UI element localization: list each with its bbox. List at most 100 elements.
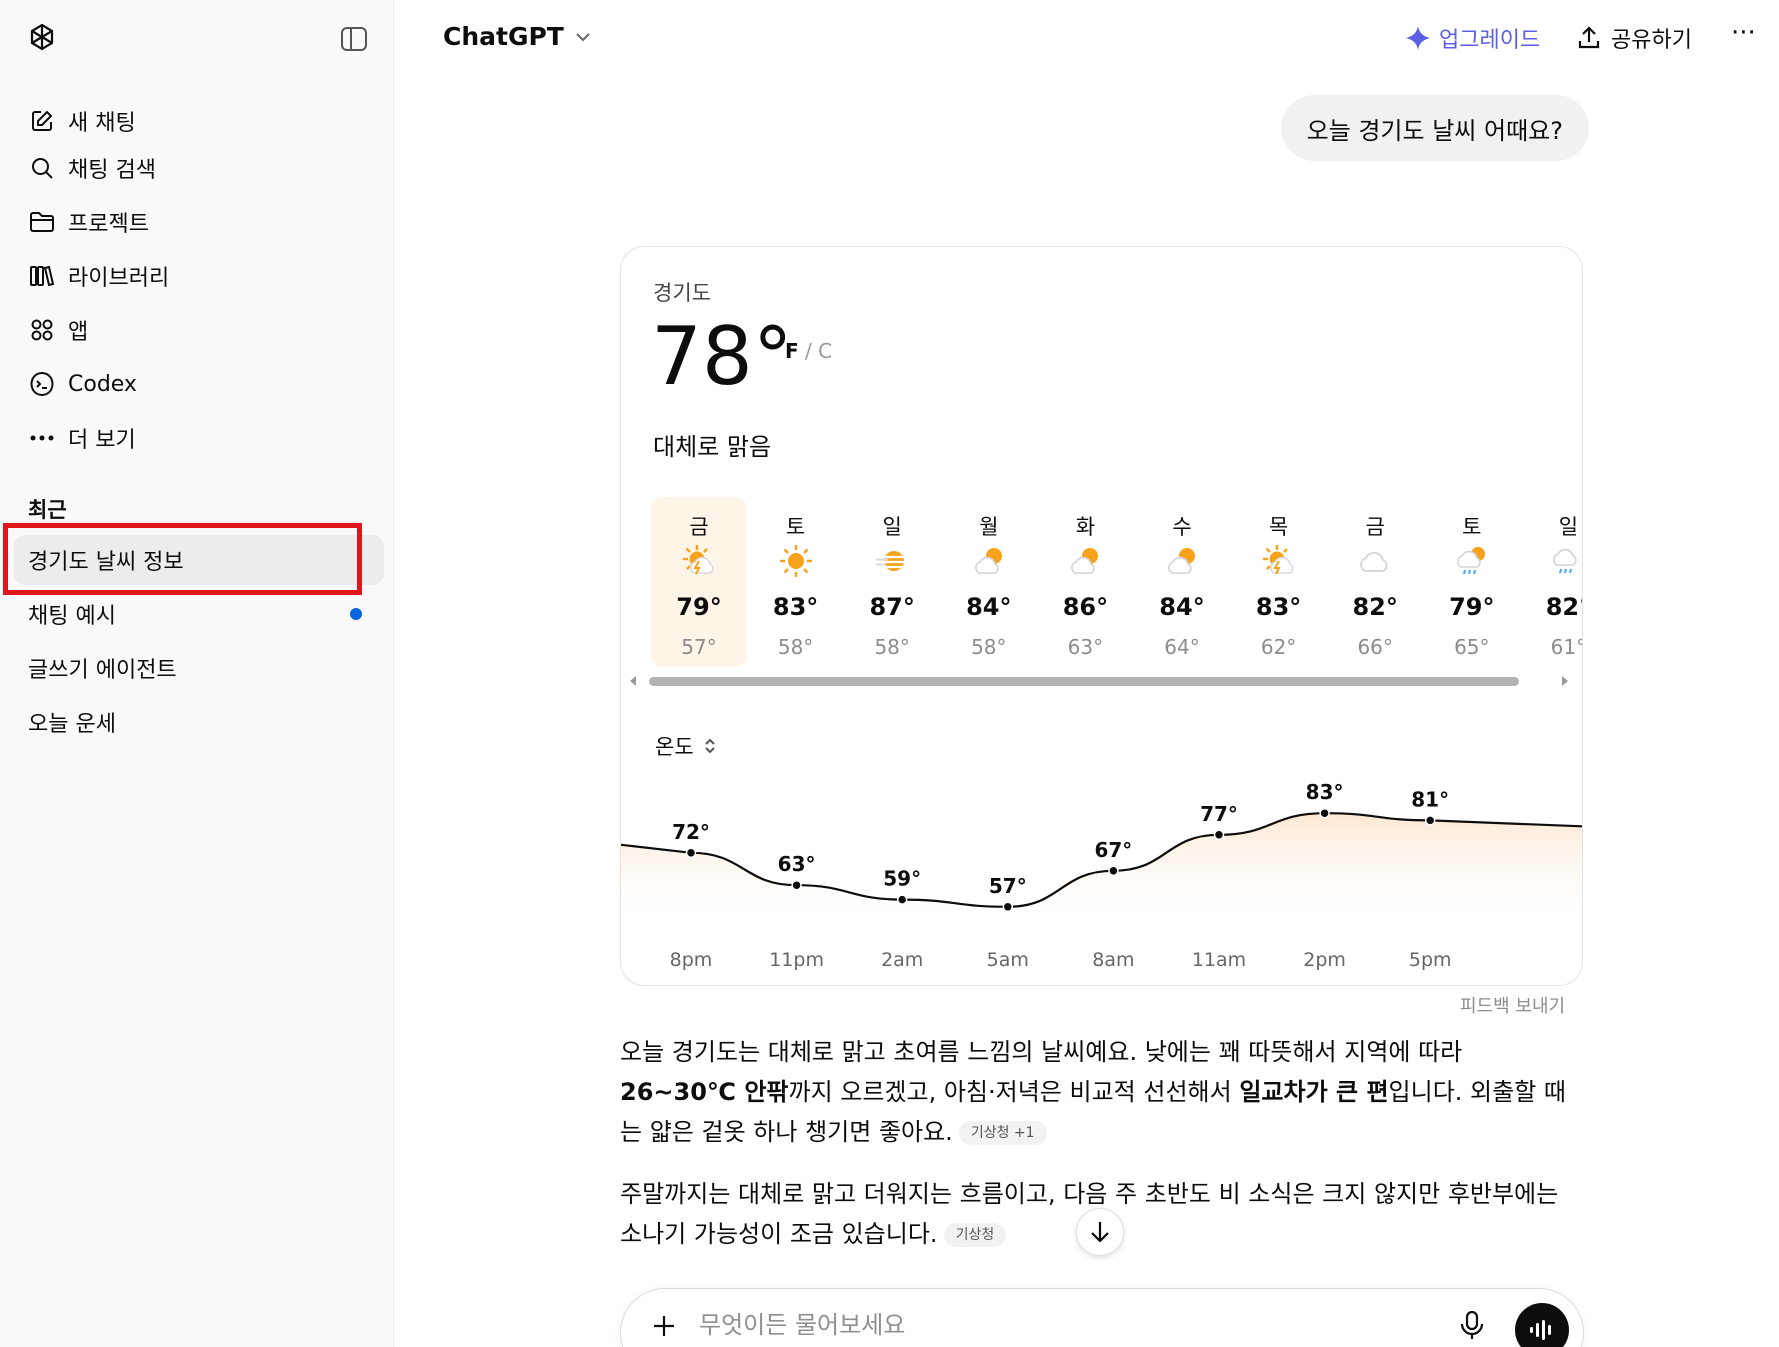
- new-chat-button[interactable]: 새 채팅: [14, 98, 380, 144]
- partly-sunny-icon: [1261, 543, 1297, 579]
- answer-text: 까지 오르겠고, 아침·저녁은 비교적 선선해서: [788, 1078, 1240, 1106]
- plus-icon[interactable]: [649, 1311, 679, 1341]
- temperature-point[interactable]: [1319, 807, 1330, 819]
- daily-forecast-strip[interactable]: 금 79° 57° 토 83° 58° 일 87° 58° 월 84° 58° 화 86° 63° 수 84° 6…: [651, 497, 1582, 667]
- temperature-point[interactable]: [791, 879, 802, 891]
- temperature-value-label: 63°: [778, 852, 816, 876]
- library-button[interactable]: 라이브러리: [14, 253, 380, 299]
- voice-mode-button[interactable]: [1515, 1303, 1569, 1347]
- scroll-thumb[interactable]: [649, 677, 1519, 686]
- unit-celsius[interactable]: C: [818, 339, 832, 363]
- unit-toggle[interactable]: F / C: [785, 339, 832, 363]
- forecast-scrollbar[interactable]: [629, 673, 1569, 687]
- forecast-low: 62°: [1260, 635, 1297, 659]
- temperature-point[interactable]: [1002, 901, 1014, 913]
- answer-paragraph-1: 오늘 경기도는 대체로 맑고 초여름 느낌의 날씨예요. 낮에는 꽤 따뜻해서 …: [620, 1032, 1584, 1152]
- forecast-day-name: 월: [979, 515, 999, 539]
- temperature-point[interactable]: [1108, 865, 1119, 877]
- scroll-to-bottom-button[interactable]: [1076, 1208, 1124, 1256]
- microphone-icon[interactable]: [1457, 1309, 1487, 1341]
- temperature-point[interactable]: [1424, 815, 1436, 826]
- forecast-day-name: 수: [1172, 515, 1192, 539]
- sunny-icon: [778, 543, 814, 579]
- forecast-high: 83°: [772, 593, 819, 621]
- cloudy-icon: [1357, 543, 1393, 579]
- forecast-low: 58°: [874, 635, 910, 659]
- model-name-label: ChatGPT: [443, 22, 564, 51]
- temperature-area: [621, 813, 1582, 927]
- unit-fahrenheit[interactable]: F: [785, 339, 799, 363]
- forecast-day[interactable]: 화 86° 63°: [1037, 497, 1133, 667]
- apps-button[interactable]: 앱: [14, 307, 380, 353]
- forecast-day[interactable]: 토 83° 58°: [748, 497, 844, 667]
- feedback-link[interactable]: 피드백 보내기: [1460, 992, 1565, 1018]
- forecast-day[interactable]: 수 84° 64°: [1134, 497, 1230, 667]
- message-composer[interactable]: [620, 1288, 1584, 1347]
- forecast-day[interactable]: 금 82° 66°: [1327, 497, 1423, 667]
- partly-cloudy-icon: [1164, 543, 1200, 579]
- forecast-high: 82°: [1352, 593, 1398, 621]
- scroll-left-icon[interactable]: [629, 676, 637, 686]
- answer-bold: 26~30℃ 안팎: [620, 1078, 789, 1106]
- chat-item-label: 채팅 예시: [28, 604, 116, 629]
- library-icon: [28, 262, 56, 290]
- unit-separator: /: [798, 339, 819, 363]
- forecast-low: 58°: [777, 635, 814, 659]
- weather-condition: 대체로 맑음: [653, 433, 772, 461]
- chat-item-example[interactable]: 채팅 예시: [14, 589, 384, 639]
- forecast-high: 84°: [1159, 593, 1205, 621]
- temperature-value-label: 77°: [1200, 802, 1238, 826]
- share-button[interactable]: 공유하기: [1577, 22, 1692, 54]
- forecast-high: 83°: [1255, 593, 1302, 621]
- hour-tick-label: 2pm: [1303, 949, 1346, 971]
- forecast-day-name: 일: [1558, 515, 1579, 539]
- search-chats-label: 채팅 검색: [68, 158, 156, 183]
- chat-item-label: 오늘 운세: [28, 712, 116, 737]
- model-selector[interactable]: ChatGPT: [443, 22, 592, 51]
- scroll-right-icon[interactable]: [1561, 676, 1569, 686]
- sidebar-toggle-icon[interactable]: [340, 26, 368, 52]
- sidebar: 새 채팅 채팅 검색 프로젝트 라이브러리 앱 Codex 더 보기 최근 경기…: [0, 0, 394, 1347]
- citation-chip[interactable]: 기상청: [943, 1223, 1007, 1247]
- temperature-value-label: 81°: [1411, 787, 1449, 811]
- forecast-day[interactable]: 토 79° 65°: [1424, 497, 1520, 667]
- forecast-day-name: 화: [1075, 515, 1096, 539]
- new-chat-label: 새 채팅: [68, 111, 136, 136]
- message-input[interactable]: [699, 1307, 1399, 1343]
- projects-button[interactable]: 프로젝트: [14, 199, 380, 245]
- search-chats-button[interactable]: 채팅 검색: [14, 145, 380, 191]
- temperature-point[interactable]: [1213, 829, 1225, 841]
- openai-logo-icon[interactable]: [26, 22, 58, 54]
- more-button[interactable]: 더 보기: [14, 415, 380, 461]
- upgrade-button[interactable]: 업그레이드: [1405, 22, 1540, 54]
- forecast-day[interactable]: 일 87° 58°: [844, 497, 940, 667]
- forecast-high: 79°: [1449, 593, 1495, 621]
- forecast-low: 57°: [681, 635, 717, 659]
- temperature-value-label: 72°: [672, 820, 710, 844]
- forecast-day[interactable]: 금 79° 57°: [651, 497, 747, 667]
- more-options-icon[interactable]: ···: [1731, 18, 1756, 48]
- top-header: ChatGPT 업그레이드 공유하기 ···: [395, 0, 1779, 76]
- temperature-point[interactable]: [685, 847, 697, 859]
- temperature-point[interactable]: [896, 894, 908, 905]
- temperature-metric-selector[interactable]: 온도: [655, 731, 716, 761]
- partly-cloudy-icon: [1067, 543, 1103, 579]
- codex-button[interactable]: Codex: [14, 361, 380, 407]
- weather-location: 경기도: [653, 281, 711, 305]
- weather-widget: 경기도 78° F / C 대체로 맑음 금 79° 57° 토 83° 58° 일 87° 5…: [620, 246, 1583, 986]
- user-message-text: 오늘 경기도 날씨 어때요?: [1306, 116, 1563, 145]
- temperature-value-label: 57°: [989, 874, 1027, 898]
- chat-item-writing-agent[interactable]: 글쓰기 에이전트: [14, 643, 384, 693]
- library-label: 라이브러리: [68, 266, 170, 291]
- forecast-day-name: 토: [1462, 515, 1482, 539]
- forecast-day[interactable]: 목 83° 62°: [1231, 497, 1327, 667]
- forecast-day[interactable]: 월 84° 58°: [941, 497, 1037, 667]
- chat-item-fortune[interactable]: 오늘 운세: [14, 697, 384, 747]
- forecast-day[interactable]: 일 82° 61°: [1520, 497, 1582, 667]
- citation-chip[interactable]: 기상청 +1: [958, 1121, 1047, 1145]
- forecast-low: 63°: [1067, 635, 1104, 659]
- projects-label: 프로젝트: [68, 212, 149, 237]
- forecast-day-name: 일: [882, 515, 902, 539]
- codex-icon: [28, 370, 56, 398]
- more-label: 더 보기: [68, 428, 136, 453]
